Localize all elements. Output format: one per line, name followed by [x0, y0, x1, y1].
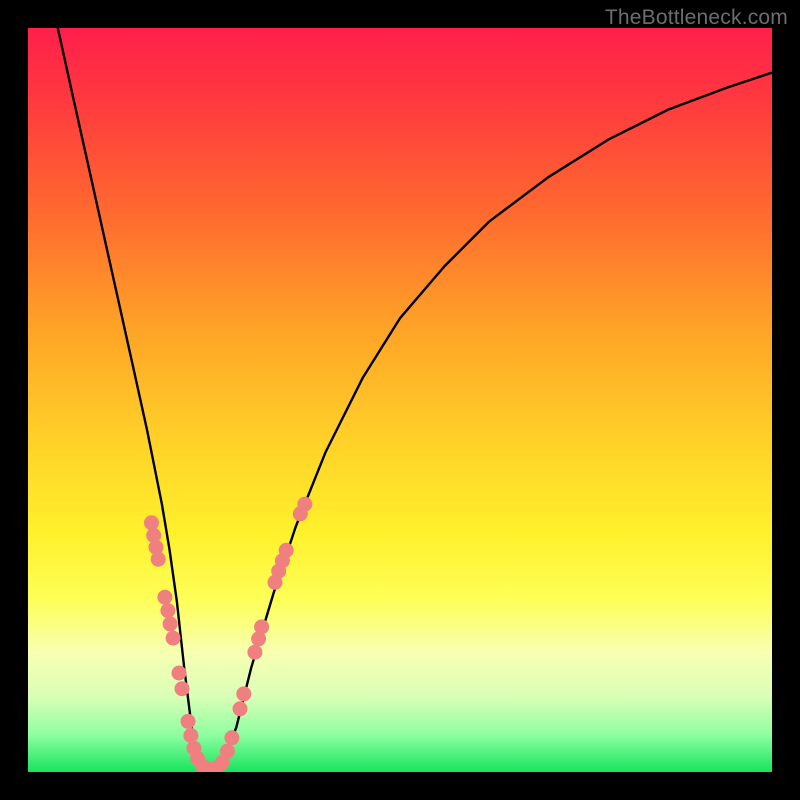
watermark-text: TheBottleneck.com	[605, 6, 788, 30]
highlight-dot	[236, 686, 251, 701]
highlight-dot	[144, 515, 159, 530]
bottleneck-curve-path	[58, 28, 772, 772]
highlight-dot	[160, 603, 175, 618]
highlight-dot	[254, 619, 269, 634]
chart-svg	[28, 28, 772, 772]
highlight-dot	[247, 645, 262, 660]
curve-layer	[58, 28, 772, 772]
highlight-dot	[233, 701, 248, 716]
highlight-dot	[175, 681, 190, 696]
outer-frame: TheBottleneck.com	[0, 0, 800, 800]
plot-area	[28, 28, 772, 772]
marker-layer	[144, 497, 312, 772]
highlight-dot	[181, 714, 196, 729]
highlight-dot	[224, 730, 239, 745]
highlight-dot	[163, 616, 178, 631]
highlight-dot	[151, 552, 166, 567]
highlight-dot	[172, 666, 187, 681]
highlight-dot	[183, 728, 198, 743]
highlight-dot	[157, 590, 172, 605]
highlight-dot	[297, 497, 312, 512]
highlight-dot	[279, 543, 294, 558]
highlight-dot	[220, 744, 235, 759]
highlight-dot	[166, 631, 181, 646]
